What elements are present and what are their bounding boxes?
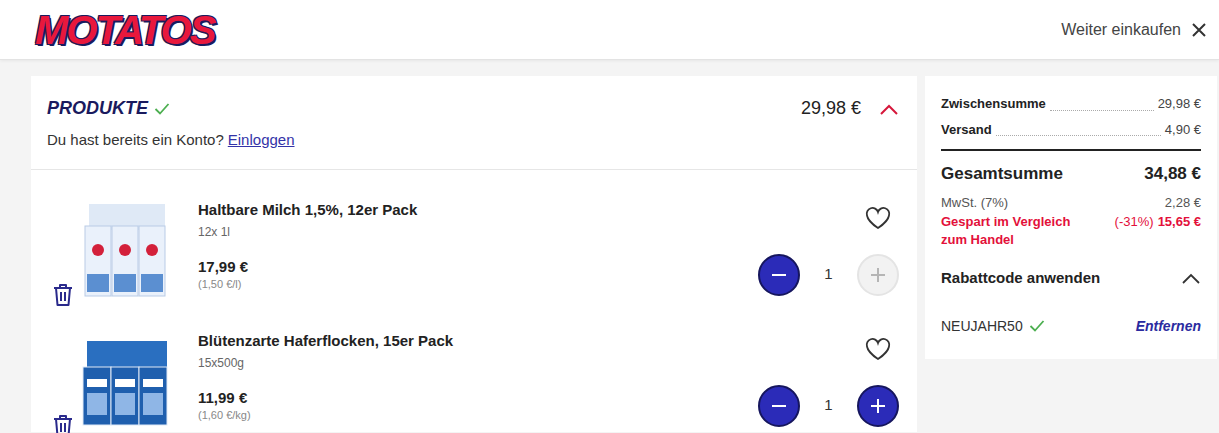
product-price: 11,99 €: [198, 389, 758, 407]
vat-value: 2,28 €: [1165, 193, 1201, 213]
quantity[interactable]: 1: [800, 263, 857, 286]
remove-discount-link[interactable]: Entfernen: [1136, 316, 1201, 337]
close-icon[interactable]: [1191, 22, 1207, 38]
product-row: Haltbare Milch 1,5%, 12er Pack 12x 1l 17,9…: [31, 170, 917, 301]
savings-value: 15,65 €: [1158, 213, 1201, 231]
product-price: 17,99 €: [198, 258, 758, 276]
plus-icon: [869, 397, 887, 415]
products-title: PRODUKTE: [47, 95, 148, 122]
chevron-up-icon[interactable]: [1181, 272, 1201, 284]
product-image[interactable]: [81, 333, 171, 431]
increase-button[interactable]: [857, 254, 899, 296]
decrease-button[interactable]: [758, 254, 800, 296]
product-row: Blütenzarte Haferflocken, 15er Pack 15x50…: [31, 301, 917, 432]
minus-icon: [770, 266, 788, 284]
product-size: 12x 1l: [198, 223, 758, 241]
savings-percent: (-31%): [1115, 213, 1154, 231]
check-icon: [1029, 319, 1045, 333]
subtotal-value: 29,98 €: [1158, 94, 1201, 114]
check-icon: [154, 102, 170, 116]
products-card: PRODUKTE 29,98 € Du hast bereits ein Kon…: [31, 76, 917, 432]
summary-card: Zwischensumme 29,98 € Versand 4,90 € Ges…: [925, 76, 1217, 359]
total-value: 34,88 €: [1144, 161, 1201, 187]
top-bar: MOTATOS Weiter einkaufen: [0, 0, 1219, 60]
product-image[interactable]: [81, 202, 171, 300]
trash-icon[interactable]: [52, 283, 74, 307]
shipping-value: 4,90 €: [1165, 120, 1201, 140]
unit-price: (1,60 €/kg): [198, 407, 758, 424]
decrease-button[interactable]: [758, 385, 800, 427]
product-name[interactable]: Haltbare Milch 1,5%, 12er Pack: [198, 200, 758, 220]
minus-icon: [770, 397, 788, 415]
shipping-label: Versand: [941, 120, 992, 140]
login-link[interactable]: Einloggen: [228, 129, 295, 152]
heart-icon[interactable]: [865, 206, 891, 230]
plus-icon: [869, 266, 887, 284]
chevron-up-icon[interactable]: [879, 103, 899, 115]
continue-shopping-link[interactable]: Weiter einkaufen: [1061, 18, 1181, 42]
product-size: 15x500g: [198, 354, 758, 372]
savings-label: Gespart im Vergleich zum Handel: [941, 213, 1091, 249]
increase-button[interactable]: [857, 385, 899, 427]
login-prompt: Du hast bereits ein Konto?: [47, 129, 224, 152]
products-total: 29,98 €: [801, 95, 861, 122]
subtotal-label: Zwischensumme: [941, 94, 1046, 114]
vat-label: MwSt. (7%): [941, 193, 1008, 213]
heart-icon[interactable]: [865, 337, 891, 361]
quantity[interactable]: 1: [800, 394, 857, 417]
discount-title[interactable]: Rabattcode anwenden: [941, 267, 1100, 290]
product-name[interactable]: Blütenzarte Haferflocken, 15er Pack: [198, 331, 758, 351]
total-label: Gesamtsumme: [941, 161, 1063, 187]
unit-price: (1,50 €/l): [198, 276, 758, 293]
trash-icon[interactable]: [52, 414, 74, 433]
discount-code: NEUJAHR50: [941, 316, 1023, 337]
logo[interactable]: MOTATOS: [35, 8, 214, 52]
